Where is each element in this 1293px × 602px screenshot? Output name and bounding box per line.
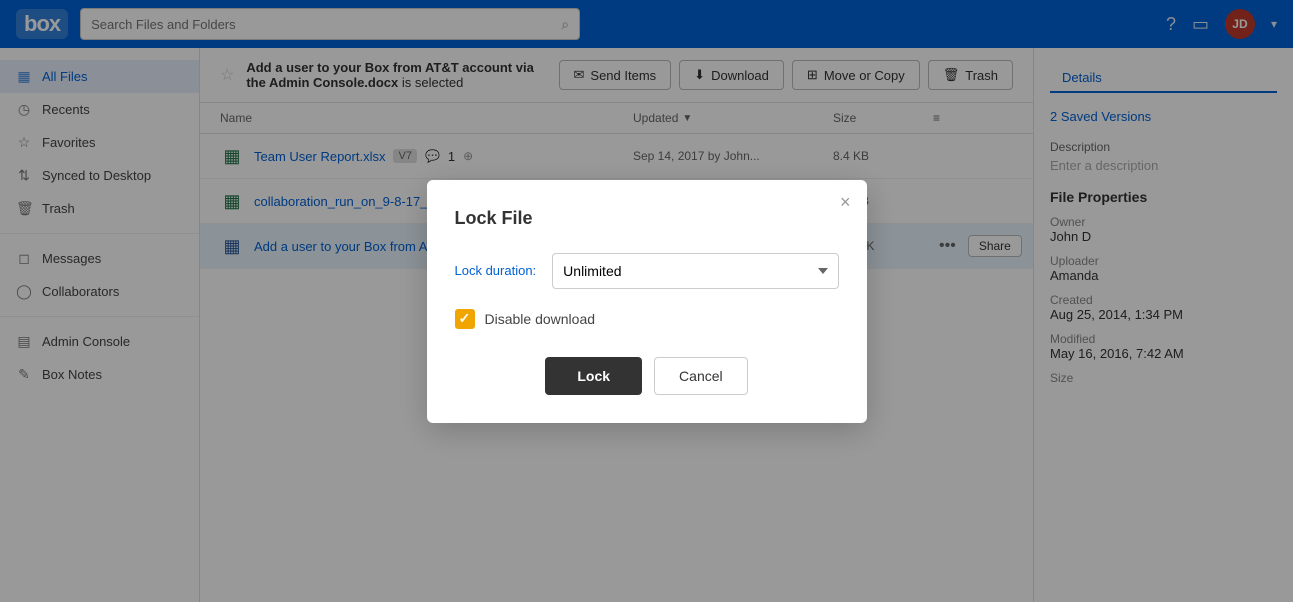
modal-title: Lock File — [455, 208, 839, 229]
modal-actions: Lock Cancel — [455, 357, 839, 395]
lock-duration-row: Lock duration: Unlimited 1 day 7 days 30… — [455, 253, 839, 289]
duration-label: Lock duration: — [455, 263, 537, 278]
lock-button[interactable]: Lock — [545, 357, 642, 395]
checkbox-check-icon: ✓ — [459, 310, 471, 327]
lock-file-modal: × Lock File Lock duration: Unlimited 1 d… — [427, 180, 867, 423]
disable-download-checkbox[interactable]: ✓ — [455, 309, 475, 329]
cancel-button[interactable]: Cancel — [654, 357, 748, 395]
lock-duration-select[interactable]: Unlimited 1 day 7 days 30 days — [552, 253, 838, 289]
disable-download-row: ✓ Disable download — [455, 309, 839, 329]
modal-close-button[interactable]: × — [840, 192, 851, 213]
modal-overlay: × Lock File Lock duration: Unlimited 1 d… — [0, 0, 1293, 602]
disable-download-label: Disable download — [485, 311, 596, 327]
